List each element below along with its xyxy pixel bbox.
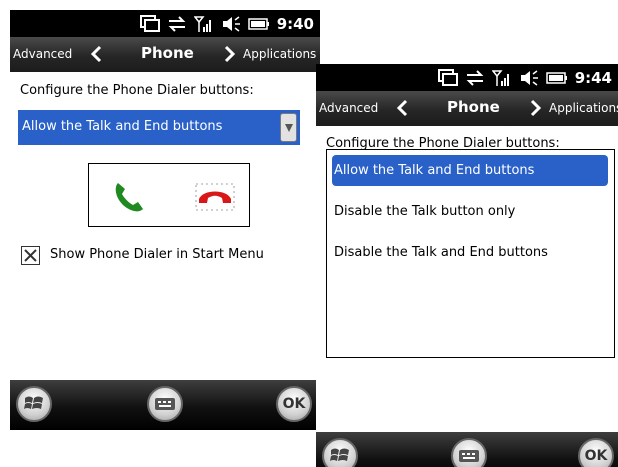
chevron-left-icon[interactable]: [90, 45, 102, 67]
ok-label: OK: [584, 448, 608, 464]
start-button[interactable]: [16, 386, 52, 422]
keyboard-icon: [459, 450, 479, 462]
dialer-buttons-dropdown[interactable]: Allow the Talk and End buttons: [18, 110, 300, 145]
status-bar: 9:40: [10, 10, 320, 37]
sync-icon[interactable]: [437, 68, 458, 87]
status-bar: 9:44: [316, 64, 618, 91]
chevron-right-icon[interactable]: [530, 99, 542, 121]
volume-icon[interactable]: [519, 69, 539, 87]
volume-icon[interactable]: [221, 15, 241, 33]
start-button[interactable]: [322, 438, 358, 467]
dropdown-arrow-icon[interactable]: [280, 113, 297, 142]
battery-icon[interactable]: [247, 15, 270, 33]
nav-prev-advanced[interactable]: Advanced: [13, 47, 72, 61]
list-option-allow-talk-end[interactable]: Allow the Talk and End buttons: [332, 155, 608, 186]
soft-key-bar: OK: [316, 432, 618, 467]
phone-settings-screen-expanded: 9:44 Advanced Phone Applications Configu…: [316, 64, 618, 467]
keyboard-icon: [155, 398, 175, 410]
ok-label: OK: [282, 396, 306, 412]
talk-phone-icon: [111, 179, 147, 219]
signal-icon[interactable]: [193, 15, 214, 33]
chevron-left-icon[interactable]: [396, 99, 408, 121]
page-title: Phone: [141, 44, 194, 62]
end-phone-icon: [193, 181, 237, 217]
dropdown-value: Allow the Talk and End buttons: [22, 119, 223, 134]
phone-settings-screen: 9:40 Advanced Phone Applications Configu…: [10, 10, 320, 430]
battery-icon[interactable]: [545, 69, 568, 87]
dialer-buttons-label: Configure the Phone Dialer buttons:: [20, 83, 254, 98]
clock: 9:44: [574, 68, 612, 87]
chevron-right-icon[interactable]: [224, 45, 236, 67]
signal-icon[interactable]: [491, 69, 512, 87]
ok-button[interactable]: OK: [578, 438, 614, 467]
page-title: Phone: [447, 98, 500, 116]
soft-key-bar: OK: [10, 380, 320, 430]
nav-next-applications[interactable]: Applications: [549, 101, 618, 115]
dialer-buttons-list[interactable]: Allow the Talk and End buttons Disable t…: [326, 149, 615, 358]
windows-start-icon: [24, 396, 43, 409]
ok-button[interactable]: OK: [276, 386, 312, 422]
checkmark-icon: [24, 249, 37, 262]
nav-prev-advanced[interactable]: Advanced: [319, 101, 378, 115]
activesync-icon[interactable]: [465, 69, 485, 87]
clock: 9:40: [276, 14, 314, 33]
list-option-disable-talk[interactable]: Disable the Talk button only: [332, 196, 608, 227]
nav-bar: Advanced Phone Applications: [316, 91, 618, 126]
nav-next-applications[interactable]: Applications: [243, 47, 316, 61]
nav-bar: Advanced Phone Applications: [10, 37, 320, 72]
sync-icon[interactable]: [139, 14, 160, 33]
activesync-icon[interactable]: [167, 15, 187, 33]
keyboard-button[interactable]: [451, 438, 487, 467]
windows-start-icon: [330, 448, 349, 461]
list-option-disable-talk-end[interactable]: Disable the Talk and End buttons: [332, 237, 608, 268]
keyboard-button[interactable]: [147, 386, 183, 422]
show-dialer-checkbox[interactable]: [21, 246, 40, 265]
phone-buttons-preview: [88, 163, 250, 227]
show-dialer-label[interactable]: Show Phone Dialer in Start Menu: [50, 247, 264, 262]
